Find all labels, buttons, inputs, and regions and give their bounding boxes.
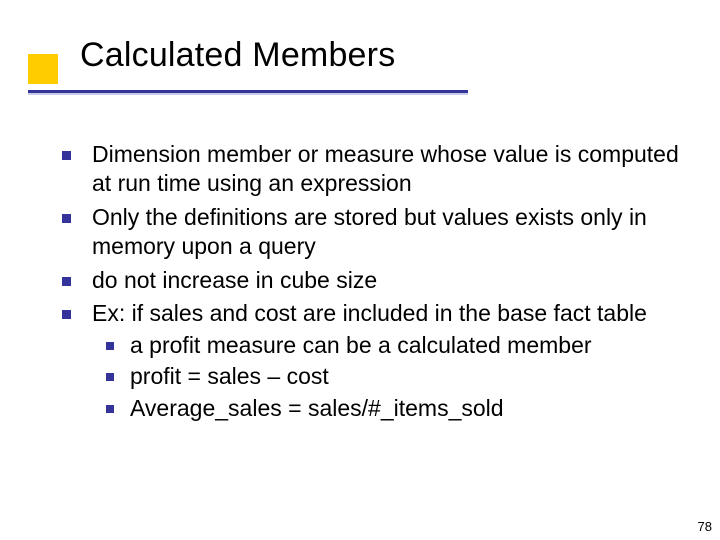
list-item: do not increase in cube size	[56, 266, 692, 295]
list-item: profit = sales – cost	[92, 362, 692, 391]
accent-square-icon	[28, 54, 58, 84]
bullet-text: Dimension member or measure whose value …	[92, 141, 679, 196]
slide-title: Calculated Members	[80, 36, 692, 75]
list-item: Only the definitions are stored but valu…	[56, 203, 692, 262]
page-number: 78	[698, 519, 712, 534]
sub-bullet-list: a profit measure can be a calculated mem…	[92, 331, 692, 423]
slide: Calculated Members Dimension member or m…	[0, 0, 720, 540]
list-item: Ex: if sales and cost are included in th…	[56, 299, 692, 423]
sub-bullet-text: profit = sales – cost	[130, 363, 329, 389]
title-area: Calculated Members	[28, 36, 692, 75]
list-item: a profit measure can be a calculated mem…	[92, 331, 692, 360]
slide-body: Dimension member or measure whose value …	[56, 140, 692, 427]
list-item: Dimension member or measure whose value …	[56, 140, 692, 199]
title-underline-dark	[28, 90, 468, 93]
sub-bullet-text: a profit measure can be a calculated mem…	[130, 332, 592, 358]
bullet-text: do not increase in cube size	[92, 267, 377, 293]
bullet-text: Only the definitions are stored but valu…	[92, 204, 647, 259]
list-item: Average_sales = sales/#_items_sold	[92, 394, 692, 423]
bullet-text: Ex: if sales and cost are included in th…	[92, 300, 647, 326]
title-underline-light	[28, 93, 468, 95]
sub-bullet-text: Average_sales = sales/#_items_sold	[130, 395, 504, 421]
bullet-list: Dimension member or measure whose value …	[56, 140, 692, 423]
